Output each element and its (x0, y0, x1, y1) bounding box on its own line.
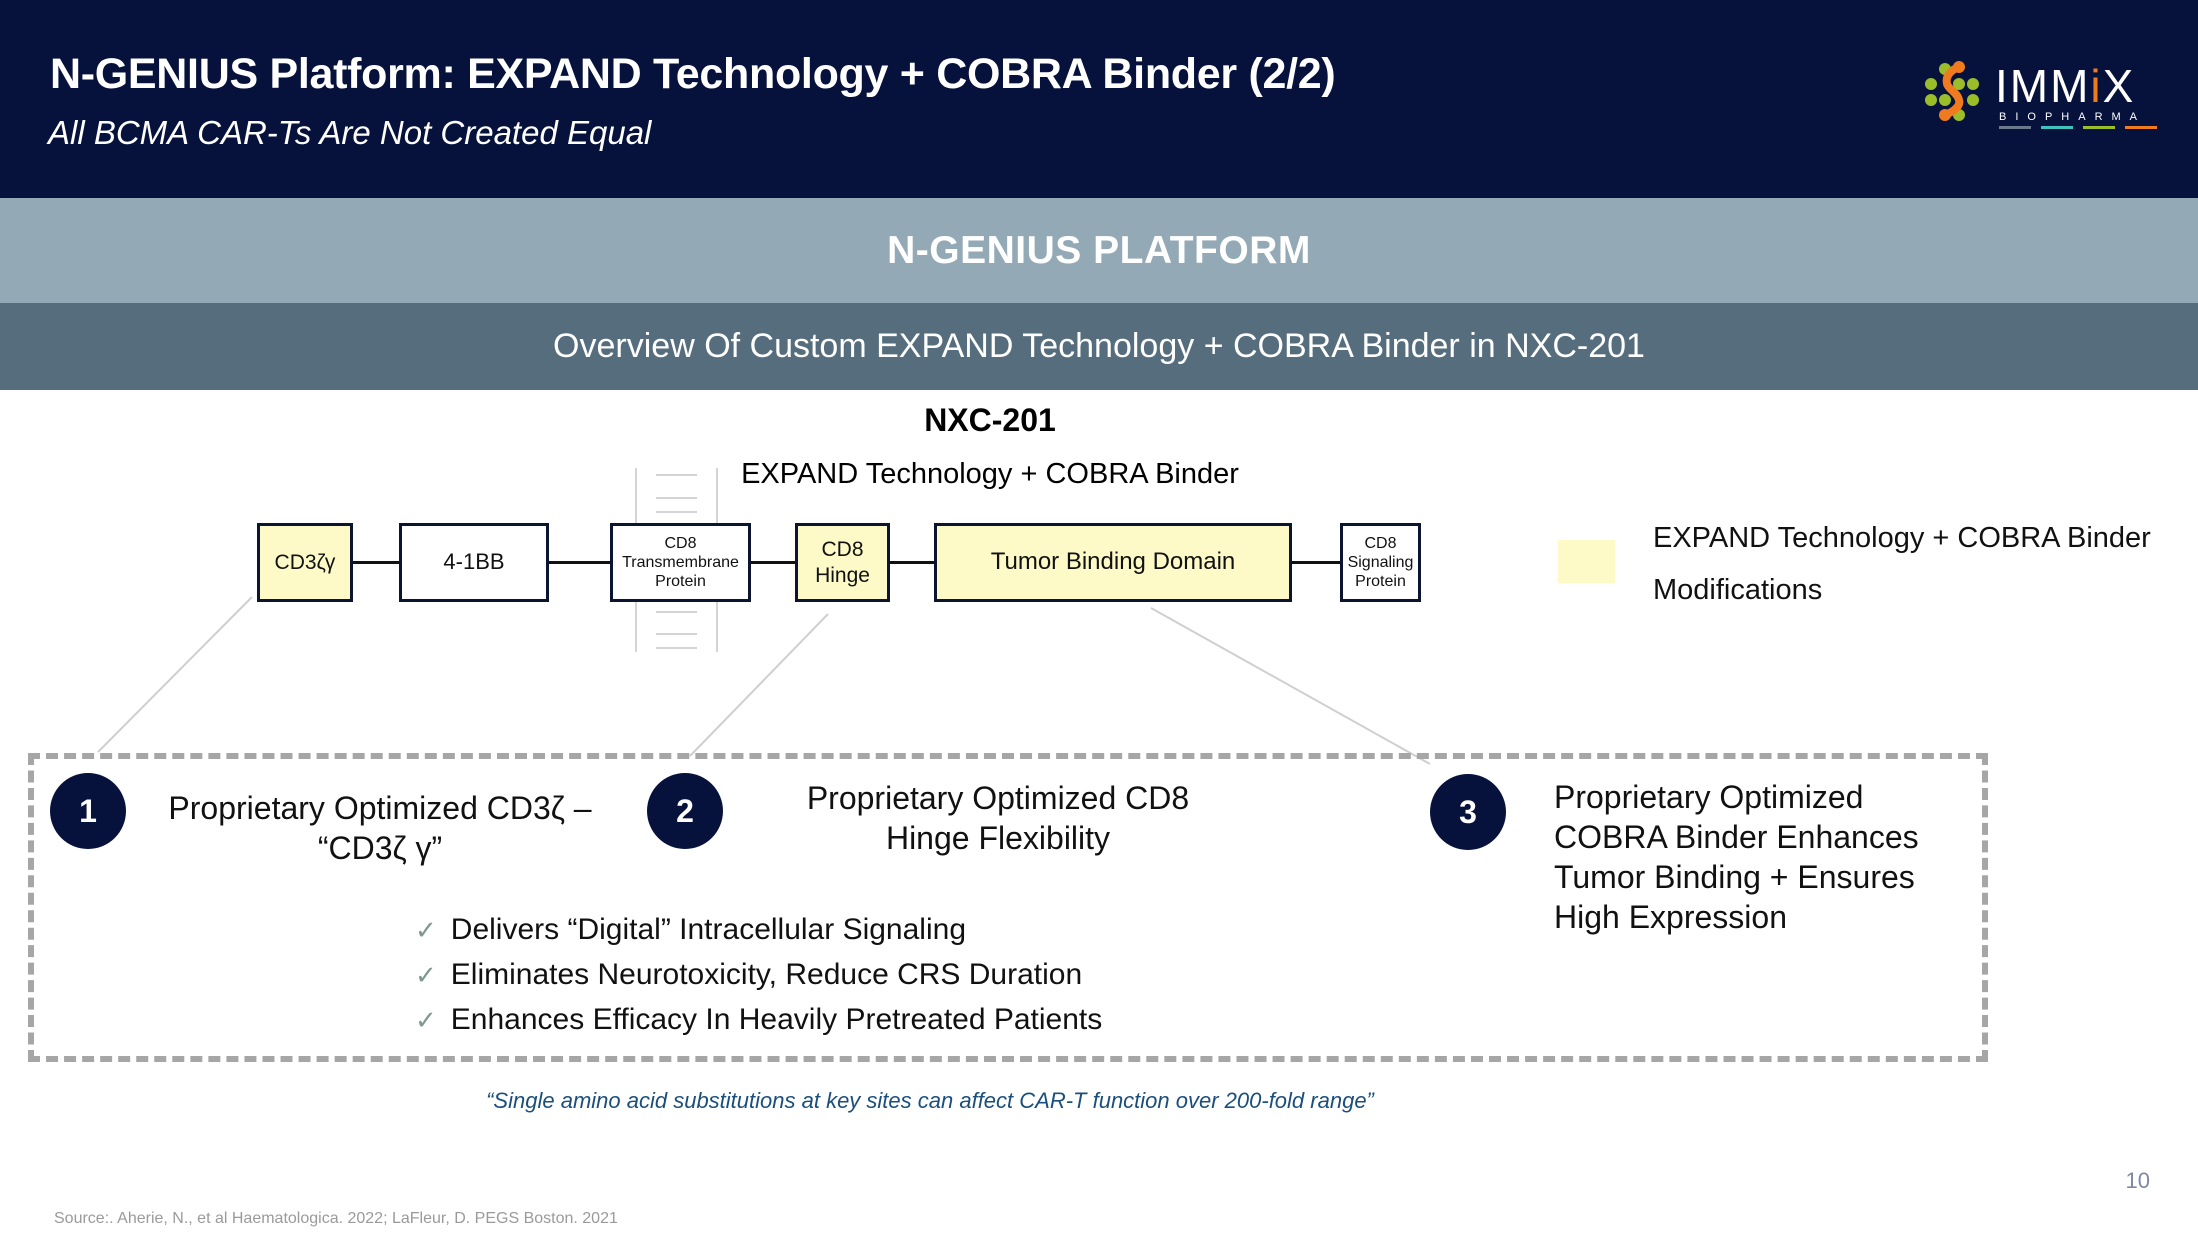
callout-connectors (97, 596, 1431, 765)
component-cd8-transmembrane: CD8 Transmembrane Protein (610, 523, 751, 602)
benefit-text: Delivers “Digital” Intracellular Signali… (450, 913, 966, 946)
construct-subtitle: EXPAND Technology + COBRA Binder (741, 458, 1239, 490)
component-cd3zeta-gamma: CD3ζγ (257, 523, 353, 602)
component-label: Protein (655, 573, 706, 591)
feature-number-badge: 2 (647, 773, 723, 849)
component-label: 4-1BB (443, 549, 505, 575)
component-label: Protein (1355, 573, 1406, 591)
feature-number-badge: 1 (50, 773, 126, 849)
feature-text-line: High Expression (1554, 899, 1787, 935)
component-label: CD8 (821, 538, 864, 562)
source-citation: Source:. Aherie, N., et al Haematologica… (54, 1210, 618, 1227)
component-tumor-binding-domain: Tumor Binding Domain (934, 523, 1292, 602)
component-4-1bb: 4-1BB (399, 523, 549, 602)
benefit-item: ✓ Delivers “Digital” Intracellular Signal… (415, 913, 966, 947)
component-label: Signaling (1347, 553, 1414, 571)
feature-text-line: “CD3ζ γ” (317, 830, 443, 866)
component-label: Transmembrane (622, 553, 739, 571)
feature-text-line: COBRA Binder Enhances (1554, 819, 1919, 855)
checkmark-icon: ✓ (415, 915, 437, 945)
feature-text-line: Proprietary Optimized CD8 (806, 780, 1190, 816)
checkmark-icon: ✓ (415, 960, 437, 990)
component-label: CD8 (1364, 534, 1397, 552)
component-cd8-signaling: CD8 Signaling Protein (1340, 523, 1421, 602)
connector-line (889, 561, 934, 564)
component-label: Tumor Binding Domain (990, 548, 1236, 576)
feature-2-text: Proprietary Optimized CD8 Hinge Flexibil… (748, 778, 1248, 858)
component-cd8-hinge: CD8 Hinge (795, 523, 890, 602)
feature-3-text: Proprietary Optimized COBRA Binder Enhan… (1554, 777, 1974, 937)
checkmark-icon: ✓ (415, 1005, 437, 1035)
feature-1-text: Proprietary Optimized CD3ζ – “CD3ζ γ” (130, 788, 630, 868)
legend-swatch (1558, 540, 1615, 583)
connector-line (352, 561, 399, 564)
connector-line (1291, 561, 1340, 564)
feature-text-line: Proprietary Optimized CD3ζ – (168, 790, 592, 826)
component-label: CD8 (664, 534, 697, 552)
page-number: 10 (2125, 1168, 2150, 1193)
component-label: Hinge (815, 563, 870, 587)
feature-text-line: Hinge Flexibility (885, 820, 1111, 856)
component-label: CD3ζγ (274, 550, 336, 574)
legend-label-line2: Modifications (1653, 574, 1823, 606)
feature-text-line: Proprietary Optimized (1554, 779, 1864, 815)
feature-number-badge: 3 (1430, 774, 1506, 850)
feature-text-line: Tumor Binding + Ensures (1554, 859, 1915, 895)
benefit-item: ✓ Enhances Efficacy In Heavily Pretreated… (415, 1003, 1102, 1037)
construct-name: NXC-201 (924, 402, 1056, 438)
connector-line (750, 561, 795, 564)
legend-label-line1: EXPAND Technology + COBRA Binder (1653, 522, 2151, 554)
connector-line (548, 561, 610, 564)
benefit-text: Eliminates Neurotoxicity, Reduce CRS Dur… (450, 958, 1083, 991)
quote-text: “Single amino acid substitutions at key … (486, 1088, 1374, 1113)
benefit-item: ✓ Eliminates Neurotoxicity, Reduce CRS Du… (415, 958, 1082, 992)
benefit-text: Enhances Efficacy In Heavily Pretreated … (450, 1003, 1103, 1036)
